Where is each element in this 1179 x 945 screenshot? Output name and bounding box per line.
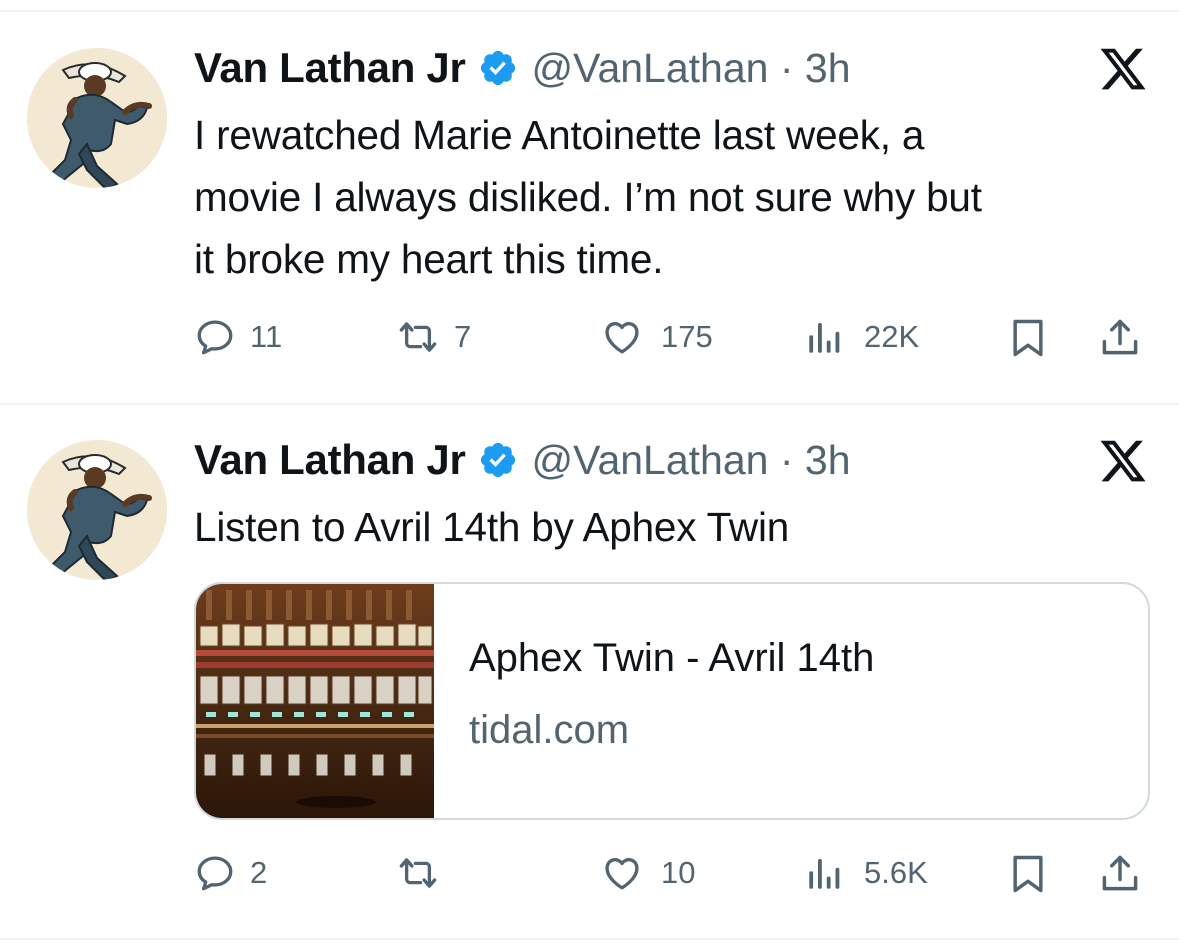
card-domain: tidal.com — [469, 708, 630, 752]
handle-and-time[interactable]: @VanLathan · 3h — [532, 45, 851, 92]
tweet[interactable]: Van Lathan Jr @VanLathan · 3h Listen to … — [0, 405, 1179, 938]
views-icon — [804, 852, 846, 894]
verified-badge-icon — [478, 440, 518, 480]
views-button[interactable]: 22K — [804, 316, 919, 358]
link-card[interactable]: Aphex Twin - Avril 14th tidal.com — [194, 582, 1150, 820]
views-icon — [804, 316, 846, 358]
share-icon — [1098, 316, 1142, 360]
display-name[interactable]: Van Lathan Jr — [194, 44, 466, 92]
reply-count: 2 — [250, 855, 268, 890]
avatar[interactable] — [27, 440, 167, 580]
like-icon — [599, 852, 645, 894]
reply-count: 11 — [250, 319, 283, 354]
bookmark-button[interactable] — [1006, 852, 1050, 896]
share-button[interactable] — [1098, 316, 1142, 360]
reply-button[interactable]: 2 — [194, 852, 267, 894]
bookmark-icon — [1006, 316, 1050, 360]
display-name[interactable]: Van Lathan Jr — [194, 436, 466, 484]
repost-count: 7 — [454, 319, 472, 354]
tweet[interactable]: Van Lathan Jr @VanLathan · 3h I rewatche… — [0, 0, 1179, 403]
share-button[interactable] — [1098, 852, 1142, 896]
like-icon — [599, 316, 645, 358]
views-count: 22K — [864, 319, 920, 354]
tweet-header: Van Lathan Jr @VanLathan · 3h — [194, 436, 851, 484]
avatar[interactable] — [27, 48, 167, 188]
repost-button[interactable] — [394, 852, 454, 894]
tweet-text-line: movie I always disliked. I’m not sure wh… — [194, 174, 982, 220]
reply-button[interactable]: 11 — [194, 316, 282, 358]
tweet-text: I rewatched Marie Antoinette last week, … — [194, 104, 1154, 290]
tweet-text-line: it broke my heart this time. — [194, 236, 664, 282]
tweet-header: Van Lathan Jr @VanLathan · 3h — [194, 44, 851, 92]
like-count: 175 — [661, 319, 713, 354]
views-count: 5.6K — [864, 855, 928, 890]
card-title: Aphex Twin - Avril 14th — [469, 636, 875, 680]
tweet-text-line: I rewatched Marie Antoinette last week, … — [194, 112, 925, 158]
tweet-text-line: Listen to Avril 14th by Aphex Twin — [194, 504, 790, 550]
bottom-divider — [0, 938, 1179, 940]
handle-and-time[interactable]: @VanLathan · 3h — [532, 437, 851, 484]
repost-icon — [394, 852, 442, 894]
avatar-illustration — [27, 440, 167, 580]
tweet-text: Listen to Avril 14th by Aphex Twin — [194, 496, 1154, 558]
reply-icon — [194, 852, 236, 894]
like-count: 10 — [661, 855, 696, 890]
album-cover-image — [196, 584, 434, 820]
views-button[interactable]: 5.6K — [804, 852, 928, 894]
avatar-illustration — [27, 48, 167, 188]
repost-button[interactable]: 7 — [394, 316, 471, 358]
bookmark-icon — [1006, 852, 1050, 896]
repost-icon — [394, 316, 442, 358]
share-icon — [1098, 852, 1142, 896]
verified-badge-icon — [478, 48, 518, 88]
like-button[interactable]: 175 — [599, 316, 713, 358]
reply-icon — [194, 316, 236, 358]
x-logo-icon — [1097, 436, 1149, 486]
like-button[interactable]: 10 — [599, 852, 695, 894]
bookmark-button[interactable] — [1006, 316, 1050, 360]
x-logo-icon — [1097, 44, 1149, 94]
